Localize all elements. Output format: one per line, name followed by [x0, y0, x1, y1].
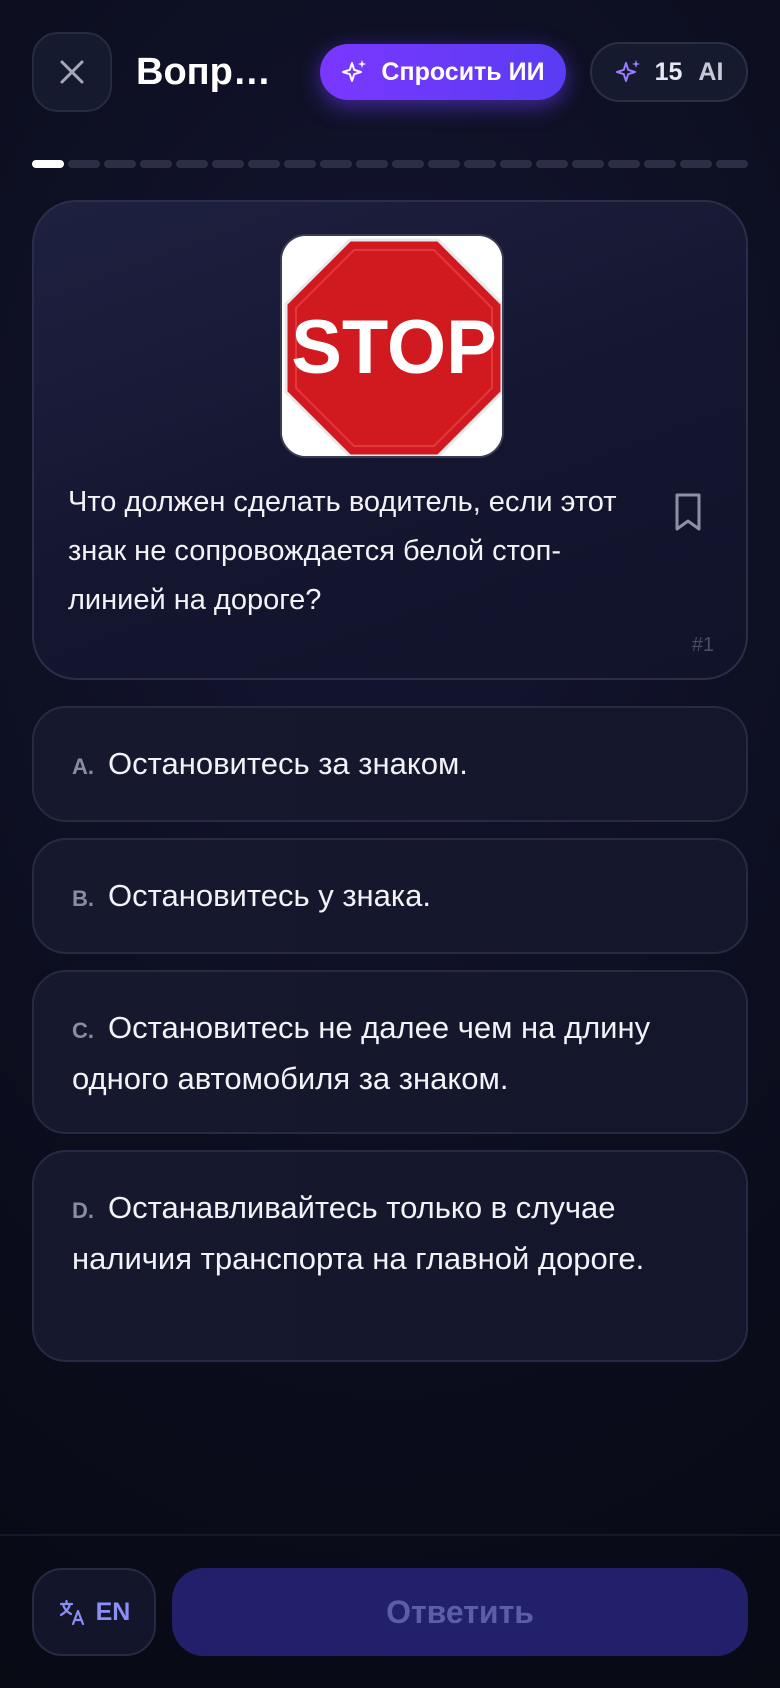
progress-segment — [284, 160, 316, 168]
progress-segment — [32, 160, 64, 168]
ask-ai-button[interactable]: Спросить ИИ — [320, 44, 566, 100]
language-toggle-button[interactable]: EN — [32, 1568, 156, 1656]
stop-sign-image: STOP — [280, 234, 504, 458]
progress-segment — [644, 160, 676, 168]
stop-sign-text: STOP — [291, 305, 497, 390]
option-text: Остановитесь у знака. — [108, 878, 431, 913]
option-letter: D. — [72, 1198, 94, 1223]
progress-segment — [500, 160, 532, 168]
option-text: Остановитесь не далее чем на длину одног… — [72, 1010, 651, 1096]
progress-segment — [212, 160, 244, 168]
progress-segment — [536, 160, 568, 168]
progress-segment — [464, 160, 496, 168]
progress-segment — [248, 160, 280, 168]
answer-option-d[interactable]: D. Останавливайтесь только в случае налич… — [32, 1150, 748, 1362]
progress-segment — [608, 160, 640, 168]
sparkle-icon — [615, 60, 640, 82]
progress-segment — [68, 160, 100, 168]
progress-segment — [140, 160, 172, 168]
language-label: EN — [95, 1597, 131, 1626]
ai-credits-label: AI — [698, 57, 724, 86]
option-text: Останавливайтесь только в случае наличия… — [72, 1190, 645, 1276]
translate-icon — [59, 1599, 84, 1626]
progress-segment — [680, 160, 712, 168]
progress-segment — [392, 160, 424, 168]
answer-option-a[interactable]: A. Остановитесь за знаком. — [32, 706, 748, 822]
question-number: #1 — [691, 634, 714, 656]
bookmark-icon[interactable] — [672, 492, 704, 532]
sparkle-icon — [342, 60, 367, 82]
answer-option-b[interactable]: B. Остановитесь у знака. — [32, 838, 748, 954]
option-letter: A. — [72, 754, 94, 779]
answer-option-c[interactable]: C. Остановитесь не далее чем на длину одн… — [32, 970, 748, 1134]
option-letter: C. — [72, 1018, 94, 1043]
option-letter: B. — [72, 886, 94, 911]
question-card: STOP Что должен сделать водитель, если э… — [32, 200, 748, 680]
ask-ai-label: Спросить ИИ — [381, 57, 545, 86]
footer-divider — [0, 1534, 780, 1536]
question-text: Что должен сделать водитель, если этот з… — [68, 486, 617, 616]
ai-credits-badge[interactable]: 15 AI — [590, 42, 748, 102]
progress-segment — [716, 160, 748, 168]
progress-segment — [572, 160, 604, 168]
progress-segment — [428, 160, 460, 168]
answer-button[interactable]: Ответить — [172, 1568, 748, 1656]
progress-bar — [32, 160, 748, 168]
stop-sign-icon: STOP — [282, 236, 502, 456]
progress-segment — [104, 160, 136, 168]
ai-credits-count: 15 — [654, 57, 683, 86]
page-title: Вопро... — [136, 51, 286, 93]
progress-segment — [176, 160, 208, 168]
header: Вопро... Спросить ИИ 15 AI — [0, 0, 780, 150]
progress-segment — [356, 160, 388, 168]
close-button[interactable] — [32, 32, 112, 112]
progress-segment — [320, 160, 352, 168]
close-icon — [60, 60, 84, 84]
option-text: Остановитесь за знаком. — [108, 746, 468, 781]
